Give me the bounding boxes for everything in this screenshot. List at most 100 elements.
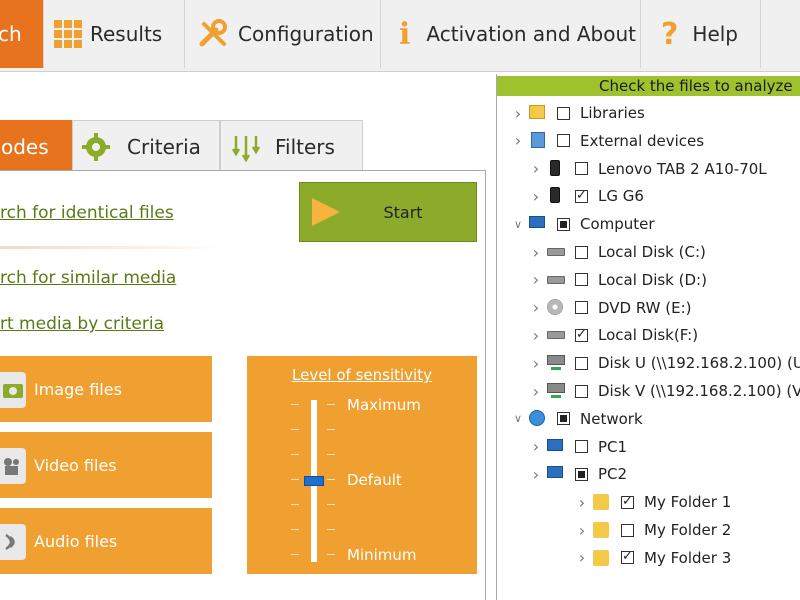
tree-checkbox[interactable] [575, 327, 588, 342]
activation-about-tab[interactable]: i Activation and About [381, 0, 641, 68]
tab-modes[interactable]: odes [0, 120, 72, 172]
tree-checkbox[interactable] [575, 384, 588, 398]
tree-row[interactable]: › Disk V (\\192.168.2.100) (V [529, 378, 800, 404]
sensitivity-slider-thumb[interactable] [304, 476, 324, 486]
phone-icon [547, 187, 567, 205]
chevron-right-icon[interactable]: › [529, 243, 543, 262]
chevron-right-icon[interactable]: › [511, 104, 525, 123]
chevron-down-icon[interactable]: ∨ [511, 218, 525, 231]
tree-row-label: Computer [580, 215, 655, 234]
tree-row-label: Disk U (\\192.168.2.100) (U [598, 354, 800, 373]
chevron-right-icon[interactable]: › [529, 159, 543, 178]
tree-checkbox[interactable] [621, 549, 634, 565]
chevron-right-icon[interactable]: › [529, 354, 543, 373]
tree-checkbox[interactable] [575, 356, 588, 370]
chevron-right-icon[interactable]: › [511, 131, 525, 150]
tree-row[interactable]: ∨ Network [511, 406, 643, 432]
search-similar-media-link[interactable]: rch for similar media [0, 268, 176, 288]
help-tab[interactable]: ? Help [641, 0, 761, 68]
tree-checkbox[interactable] [575, 162, 588, 176]
tree-row-label: LG G6 [598, 187, 644, 206]
chevron-right-icon[interactable]: › [529, 298, 543, 317]
tree-row[interactable]: ∨ Computer [511, 211, 655, 237]
video-files-button[interactable]: Video files [0, 432, 212, 498]
chevron-right-icon[interactable]: › [575, 493, 589, 512]
tree-row-label: Libraries [580, 104, 645, 122]
tree-row[interactable]: › PC1 [529, 434, 627, 460]
help-icon: ? [661, 16, 679, 52]
audio-files-button[interactable]: Audio files [0, 508, 212, 574]
video-camera-icon [0, 448, 26, 484]
results-tab[interactable]: Results [44, 0, 185, 68]
tree-row-label: Local Disk (C:) [598, 243, 706, 261]
tree-checkbox[interactable] [557, 106, 570, 120]
tree-row[interactable]: › My Folder 1 [575, 489, 731, 515]
search-tab-label: ch [0, 22, 22, 46]
start-button-label: Start [383, 202, 423, 222]
tree-checkbox[interactable] [621, 494, 634, 509]
tab-criteria-label: Criteria [127, 134, 201, 159]
tree-row[interactable]: › Local Disk(F:) [529, 322, 698, 348]
tree-checkbox[interactable] [575, 273, 588, 287]
search-tab[interactable]: ch [0, 0, 44, 68]
tree-row[interactable]: › My Folder 3 [575, 545, 731, 571]
sensitivity-tick [291, 529, 299, 530]
grid-icon [54, 20, 82, 48]
sensitivity-tick [327, 479, 335, 480]
tree-checkbox[interactable] [575, 188, 588, 203]
tab-criteria[interactable]: Criteria [72, 120, 220, 172]
pc-icon [547, 438, 567, 456]
tree-row[interactable]: › Local Disk (C:) [529, 239, 706, 265]
sensitivity-min-label: Minimum [347, 546, 417, 564]
sort-media-by-criteria-link[interactable]: rt media by criteria [0, 314, 164, 334]
file-tree-panel: Check the files to analyze › Libraries › Ex… [496, 74, 800, 600]
configuration-tab[interactable]: Configuration [186, 0, 381, 68]
sensitivity-title[interactable]: Level of sensitivity [247, 366, 477, 384]
tree-row[interactable]: › External devices [511, 128, 704, 154]
tree-row-label: My Folder 2 [644, 521, 732, 539]
tree-row[interactable]: › Lenovo TAB 2 A10-70L [529, 156, 767, 182]
sensitivity-tick [291, 554, 299, 555]
sensitivity-box: Level of sensitivity Maximum Default Min… [247, 356, 477, 574]
sensitivity-tick [291, 404, 299, 405]
image-files-button[interactable]: Image files [0, 356, 212, 422]
tree-row[interactable]: › Libraries [511, 100, 645, 126]
tree-checkbox[interactable] [575, 467, 588, 481]
help-tab-label: Help [692, 22, 739, 46]
chevron-right-icon[interactable]: › [575, 548, 589, 567]
chevron-right-icon[interactable]: › [529, 187, 543, 206]
tree-checkbox[interactable] [557, 217, 570, 231]
chevron-right-icon[interactable]: › [529, 465, 543, 484]
dvd-icon [547, 298, 567, 317]
tree-checkbox[interactable] [575, 440, 588, 454]
network-drive-icon [547, 354, 567, 372]
tree-row[interactable]: › Local Disk (D:) [529, 267, 707, 293]
tree-row-label: Lenovo TAB 2 A10-70L [598, 159, 767, 178]
tree-row-label: DVD RW (E:) [598, 298, 692, 317]
chevron-right-icon[interactable]: › [529, 270, 543, 289]
chevron-right-icon[interactable]: › [529, 382, 543, 401]
tree-header: Check the files to analyze [497, 76, 800, 96]
tree-checkbox[interactable] [575, 245, 588, 259]
wrench-screwdriver-icon [199, 19, 227, 47]
start-button[interactable]: Start [299, 182, 477, 242]
tree-row[interactable]: › LG G6 [529, 183, 644, 209]
tree-row[interactable]: › My Folder 2 [575, 517, 731, 543]
chevron-right-icon[interactable]: › [529, 326, 543, 345]
tree-checkbox[interactable] [557, 412, 570, 426]
tab-modes-label: odes [1, 134, 49, 159]
tree-checkbox[interactable] [575, 301, 588, 315]
tab-filters[interactable]: Filters [220, 120, 363, 172]
disk-icon [547, 326, 567, 344]
tree-checkbox[interactable] [621, 523, 634, 537]
tree-checkbox[interactable] [557, 134, 570, 148]
tree-row[interactable]: › PC2 [529, 461, 627, 487]
tree-row[interactable]: › DVD RW (E:) [529, 295, 692, 321]
chevron-right-icon[interactable]: › [529, 437, 543, 456]
tree-row[interactable]: › Disk U (\\192.168.2.100) (U [529, 350, 800, 376]
chevron-down-icon[interactable]: ∨ [511, 412, 525, 425]
tree-row-label: External devices [580, 131, 705, 150]
chevron-right-icon[interactable]: › [575, 521, 589, 540]
search-identical-files-link[interactable]: rch for identical files [0, 203, 174, 223]
external-devices-icon [529, 131, 549, 150]
